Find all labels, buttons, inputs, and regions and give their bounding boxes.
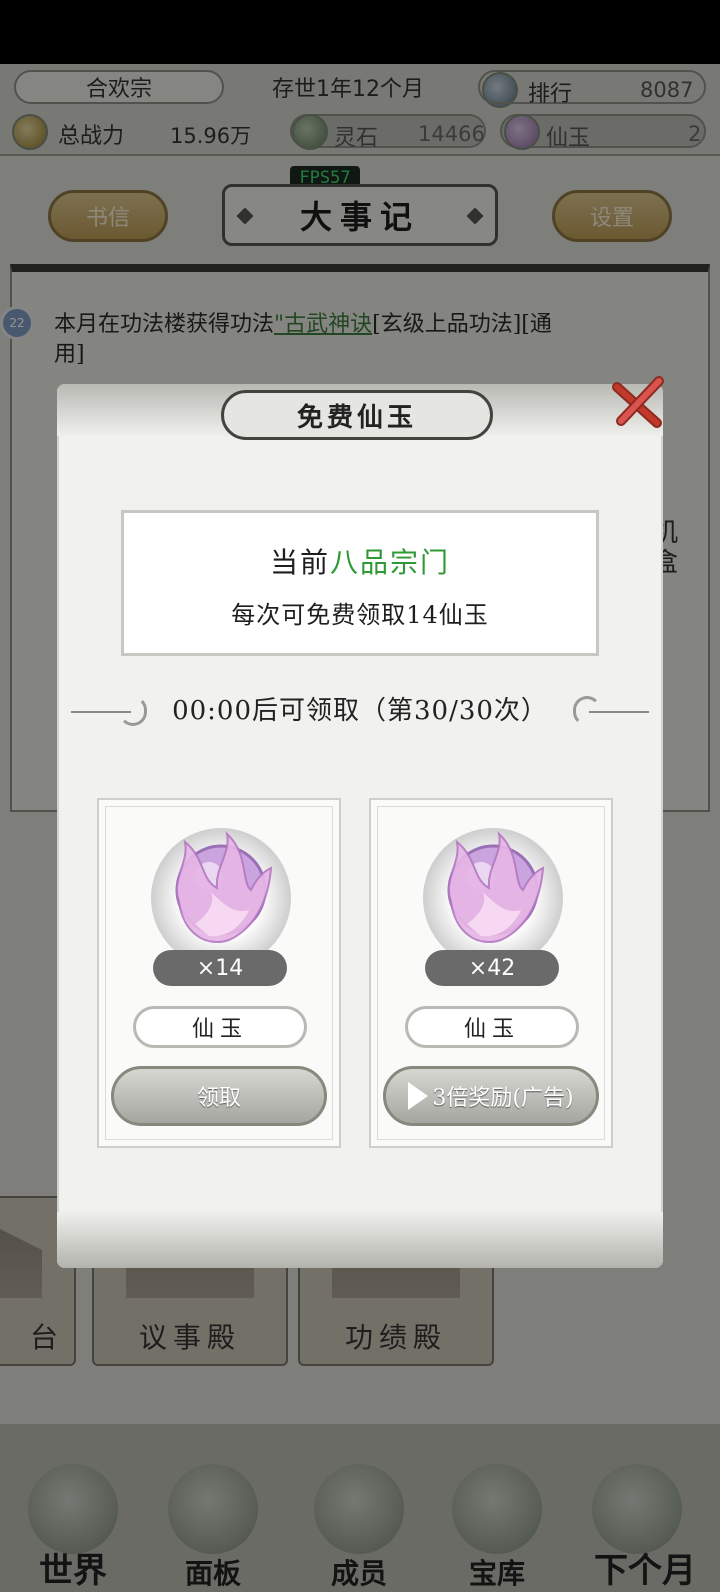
reward-card-free: ×14 仙玉 领取 [97,798,341,1148]
free-jade-dialog: 免费仙玉 当前八品宗门 每次可免费领取14仙玉 00:00后可领取（第30/30… [57,384,663,1268]
reward-quantity: ×14 [153,950,287,986]
reward-name: 仙玉 [133,1006,307,1048]
countdown-text: 00:00后可领取（第30/30次） [172,696,548,726]
play-icon [408,1082,429,1110]
jade-flame-icon [447,831,545,943]
sect-info-box: 当前八品宗门 每次可免费领取14仙玉 [121,510,599,656]
claim-label: 领取 [196,1086,241,1111]
ad-reward-label: 3倍奖励(广告) [432,1086,574,1111]
ad-reward-button[interactable]: 3倍奖励(广告) [383,1066,599,1126]
claim-countdown: 00:00后可领取（第30/30次） [71,690,649,746]
reward-quantity: ×42 [425,950,559,986]
sect-grade-prefix: 当前 [269,546,330,579]
sect-grade-line: 当前八品宗门 [124,541,596,581]
sect-grade: 八品宗门 [330,546,451,579]
reward-name: 仙玉 [405,1006,579,1048]
dialog-title: 免费仙玉 [221,390,493,440]
reward-card-ad: ×42 仙玉 3倍奖励(广告) [369,798,613,1148]
close-icon[interactable] [609,375,669,435]
status-bar [0,0,720,64]
free-amount-text: 每次可免费领取14仙玉 [231,601,489,629]
claim-button[interactable]: 领取 [111,1066,327,1126]
ink-wash-bottom [57,1212,663,1268]
jade-flame-icon [175,831,273,943]
